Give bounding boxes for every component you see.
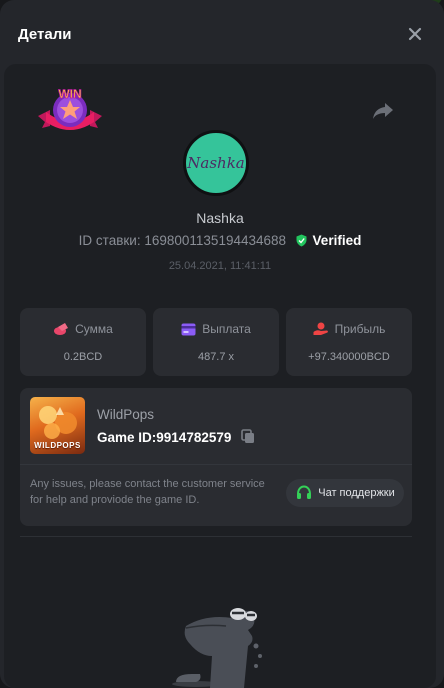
support-chat-button[interactable]: Чат поддержки	[286, 479, 404, 507]
section-divider	[20, 536, 412, 537]
stat-profit-label: Прибыль	[334, 322, 386, 336]
hand-coin-icon	[313, 322, 328, 335]
headset-icon	[297, 485, 312, 499]
coins-icon	[54, 323, 69, 335]
modal-title: Детали	[18, 26, 72, 43]
details-modal: Детали WIN Nashka Nashka ID ставки: 1698…	[0, 0, 444, 688]
game-card-divider	[20, 464, 412, 465]
bet-details-panel: WIN Nashka Nashka ID ставки: 16980011351…	[4, 64, 436, 688]
stat-profit: Прибыль +97.340000BCD	[286, 308, 412, 376]
stat-profit-value: +97.340000BCD	[308, 351, 390, 363]
game-thumbnail-label: WILDPOPS	[34, 441, 81, 450]
game-id-row: Game ID:9914782579	[97, 429, 255, 445]
support-hint-text: Any issues, please contact the customer …	[30, 478, 265, 506]
stat-payout: Выплата 487.7 x	[153, 308, 279, 376]
verified-label: Verified	[312, 233, 362, 248]
stat-payout-value: 487.7 x	[197, 351, 235, 363]
win-badge-text: WIN	[58, 87, 81, 101]
stat-amount-label: Сумма	[75, 322, 113, 336]
verified-shield-icon	[296, 234, 307, 247]
bet-id-value: 1698001135194434688	[144, 233, 287, 248]
win-badge-icon: WIN	[38, 87, 102, 130]
game-id-label: Game ID:	[97, 430, 157, 445]
modal-header: Детали	[0, 0, 444, 70]
game-id-value: 9914782579	[156, 430, 232, 445]
game-thumbnail[interactable]: WILDPOPS	[30, 397, 85, 454]
avatar-text: Nashka	[187, 154, 245, 172]
copy-icon[interactable]	[241, 429, 255, 444]
stat-amount: Сумма 0.2BCD	[20, 308, 146, 376]
stat-amount-value: 0.2BCD	[63, 351, 103, 363]
game-card: WILDPOPS WildPops Game ID:9914782579 Any…	[20, 388, 412, 526]
username: Nashka	[196, 210, 244, 226]
avatar: Nashka	[183, 130, 249, 196]
stat-payout-label: Выплата	[202, 322, 251, 336]
share-icon[interactable]	[372, 102, 394, 120]
bet-id-label: ID ставки:	[78, 233, 141, 248]
bet-datetime: 25.04.2021, 11:41:11	[168, 260, 272, 272]
bet-id-row: ID ставки: 1698001135194434688 Verified	[4, 233, 436, 248]
card-icon	[181, 323, 196, 336]
crocodile-mascot-icon	[172, 608, 262, 688]
close-icon[interactable]	[408, 27, 422, 41]
game-name[interactable]: WildPops	[97, 407, 154, 422]
support-chat-label: Чат поддержки	[318, 487, 395, 499]
